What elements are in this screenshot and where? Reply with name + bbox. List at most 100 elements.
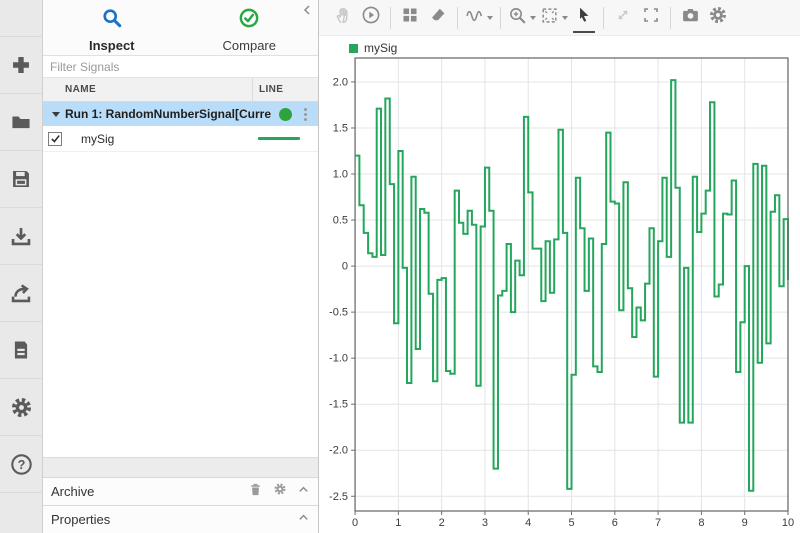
signal-checkbox[interactable] <box>48 131 62 146</box>
x-tick-label: 0 <box>352 517 358 529</box>
signal-display-button[interactable] <box>463 3 495 33</box>
y-tick-label: 1.5 <box>333 122 348 134</box>
pan-zoom-button[interactable] <box>609 3 637 33</box>
tab-compare-label: Compare <box>222 38 276 53</box>
preferences-icon <box>10 396 33 419</box>
x-tick-label: 4 <box>525 517 531 529</box>
run-expand-caret-icon[interactable] <box>52 111 60 117</box>
y-tick-label: -1.5 <box>329 399 348 411</box>
legend-label: mySig <box>364 41 398 55</box>
run-row[interactable]: Run 1: RandomNumberSignal[Curre <box>43 102 318 126</box>
y-tick-label: -2.0 <box>329 445 348 457</box>
fit-to-view-button[interactable] <box>538 3 570 33</box>
filter-row <box>43 56 318 78</box>
x-tick-label: 1 <box>395 517 401 529</box>
fullscreen-button[interactable] <box>637 3 665 33</box>
fullscreen-icon <box>642 6 660 29</box>
dropdown-caret-icon <box>530 15 536 20</box>
cursor-tool-button[interactable] <box>570 3 598 33</box>
y-tick-label: 0.5 <box>333 215 348 227</box>
chart-svg[interactable]: 0 1 2 3 4 5 6 7 8 9 10 2.0 1.5 1.0 0.5 0 -0.5 -1.0 -1.5 -2.… <box>319 36 800 533</box>
y-tick-label: 2.0 <box>333 76 348 88</box>
save-icon <box>10 168 32 190</box>
report-button[interactable] <box>0 322 42 379</box>
clear-plots-button[interactable] <box>424 3 452 33</box>
x-tick-label: 6 <box>612 517 618 529</box>
signal-row[interactable]: mySig <box>43 126 318 152</box>
plot-panel: 0 1 2 3 4 5 6 7 8 9 10 2.0 1.5 1.0 0.5 0 -0.5 -1.0 -1.5 -2.… <box>319 0 800 533</box>
archive-label: Archive <box>51 484 95 499</box>
layout-grid-icon <box>401 6 419 29</box>
compare-check-icon <box>238 7 260 34</box>
report-icon <box>10 339 32 361</box>
snapshot-camera-icon <box>681 6 700 30</box>
help-button[interactable]: ? <box>0 436 42 493</box>
archive-collapse-chevron-icon[interactable] <box>297 483 310 501</box>
archive-section-header[interactable]: Archive <box>43 477 318 505</box>
add-icon <box>10 54 32 76</box>
open-button[interactable] <box>0 94 42 151</box>
signals-panel: Inspect Compare NAME LINE Run 1: RandomN… <box>43 0 319 533</box>
signal-list-empty-area <box>43 152 318 457</box>
archive-settings-gear-icon[interactable] <box>273 482 287 501</box>
zoom-in-button[interactable] <box>506 3 538 33</box>
panel-tabbar: Inspect Compare <box>43 0 318 56</box>
dropdown-caret-icon <box>487 15 493 20</box>
trash-icon[interactable] <box>248 482 263 502</box>
x-tick-label: 9 <box>742 517 748 529</box>
signal-wave-icon <box>465 6 484 30</box>
save-button[interactable] <box>0 151 42 208</box>
filter-signals-input[interactable] <box>43 56 318 77</box>
replay-icon <box>361 5 381 30</box>
tab-compare[interactable]: Compare <box>181 0 319 55</box>
run-options-menu-icon[interactable] <box>298 107 312 121</box>
help-icon: ? <box>10 453 33 476</box>
signals-table-header: NAME LINE <box>43 78 318 102</box>
pan-hand-button[interactable] <box>329 3 357 33</box>
x-tick-label: 10 <box>782 517 794 529</box>
tab-inspect-label: Inspect <box>88 38 135 53</box>
svg-text:?: ? <box>17 458 25 472</box>
pan-zoom-icon <box>614 6 632 29</box>
add-button[interactable] <box>0 37 42 94</box>
preferences-button[interactable] <box>0 379 42 436</box>
y-tick-label: -1.0 <box>329 353 348 365</box>
pan-hand-icon <box>334 6 353 30</box>
panel-splitter[interactable] <box>43 457 318 477</box>
export-icon <box>10 282 32 304</box>
name-column-header: NAME <box>65 84 97 95</box>
open-folder-icon <box>10 111 32 133</box>
zoom-in-icon <box>508 6 527 30</box>
properties-section-header[interactable]: Properties <box>43 505 318 533</box>
run-status-dot <box>279 107 292 121</box>
fit-to-view-icon <box>540 6 559 30</box>
x-tick-label: 8 <box>698 517 704 529</box>
properties-collapse-chevron-icon[interactable] <box>297 511 310 529</box>
snapshot-button[interactable] <box>676 3 704 33</box>
panel-collapse-button[interactable] <box>299 2 315 18</box>
cursor-arrow-icon <box>575 6 593 29</box>
x-tick-label: 7 <box>655 517 661 529</box>
y-tick-label: 0 <box>342 261 348 273</box>
simulation-data-inspector-window: ? Inspect Compare NAME LINE <box>0 0 800 533</box>
tab-inspect[interactable]: Inspect <box>43 0 181 55</box>
y-tick-label: -0.5 <box>329 307 348 319</box>
layout-grid-button[interactable] <box>396 3 424 33</box>
export-button[interactable] <box>0 265 42 322</box>
eraser-icon <box>429 6 447 29</box>
x-tick-label: 5 <box>568 517 574 529</box>
search-icon <box>101 7 123 34</box>
plot-settings-button[interactable] <box>704 3 732 33</box>
left-toolbar: ? <box>0 0 43 533</box>
replay-button[interactable] <box>357 3 385 33</box>
plot-region[interactable]: 0 1 2 3 4 5 6 7 8 9 10 2.0 1.5 1.0 0.5 0 -0.5 -1.0 -1.5 -2.… <box>319 36 800 533</box>
plot-toolbar <box>319 0 800 36</box>
x-tick-label: 3 <box>482 517 488 529</box>
legend-color-swatch <box>349 43 358 53</box>
run-label: Run 1: RandomNumberSignal[Curre <box>65 107 272 121</box>
import-button[interactable] <box>0 208 42 265</box>
left-toolbar-spacer <box>0 0 42 37</box>
properties-label: Properties <box>51 512 111 527</box>
import-icon <box>10 225 32 247</box>
signal-label: mySig <box>81 131 115 146</box>
